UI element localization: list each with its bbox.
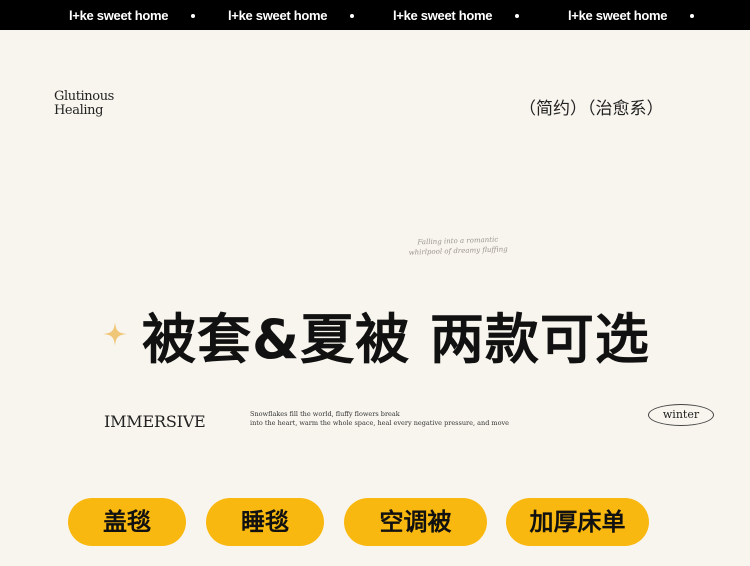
tag-aircon-quilt[interactable]: 空调被 xyxy=(344,498,487,546)
banner-text-2: l+ke sweet home xyxy=(228,8,328,23)
brand-line-1: Glutinous xyxy=(54,89,114,104)
winter-label: winter xyxy=(662,408,700,421)
script-caption: Falling into a romantic whirlpool of dre… xyxy=(388,234,529,259)
tag-sleep-blanket[interactable]: 睡毯 xyxy=(206,498,324,546)
banner-dot xyxy=(690,14,694,18)
headline: 被套&夏被 两款可选 xyxy=(142,308,650,371)
banner-text-1: l+ke sweet home xyxy=(69,8,169,23)
description-line-2: into the heart, warm the whole space, he… xyxy=(250,419,510,427)
tag-blanket-cover[interactable]: 盖毯 xyxy=(68,498,186,546)
banner-dot xyxy=(350,14,354,18)
banner-text-4: l+ke sweet home xyxy=(568,8,668,23)
brand-line-2: Healing xyxy=(54,103,103,118)
winter-badge: winter xyxy=(648,404,714,426)
tag-thick-bedsheet[interactable]: 加厚床单 xyxy=(506,498,649,546)
style-subtitle: （简约）（治愈系） xyxy=(519,99,664,119)
description-line-1: Snowflakes fill the world, fluffy flower… xyxy=(250,410,400,418)
description-text: Snowflakes fill the world, fluffy flower… xyxy=(250,410,509,428)
brand-logo: Glutinous Healing xyxy=(54,90,114,118)
sparkle-icon xyxy=(103,322,127,346)
banner-dot xyxy=(515,14,519,18)
immersive-label: IMMERSIVE xyxy=(104,412,206,431)
top-banner: l+ke sweet home l+ke sweet home l+ke swe… xyxy=(0,0,750,30)
banner-text-3: l+ke sweet home xyxy=(393,8,493,23)
banner-dot xyxy=(191,14,195,18)
